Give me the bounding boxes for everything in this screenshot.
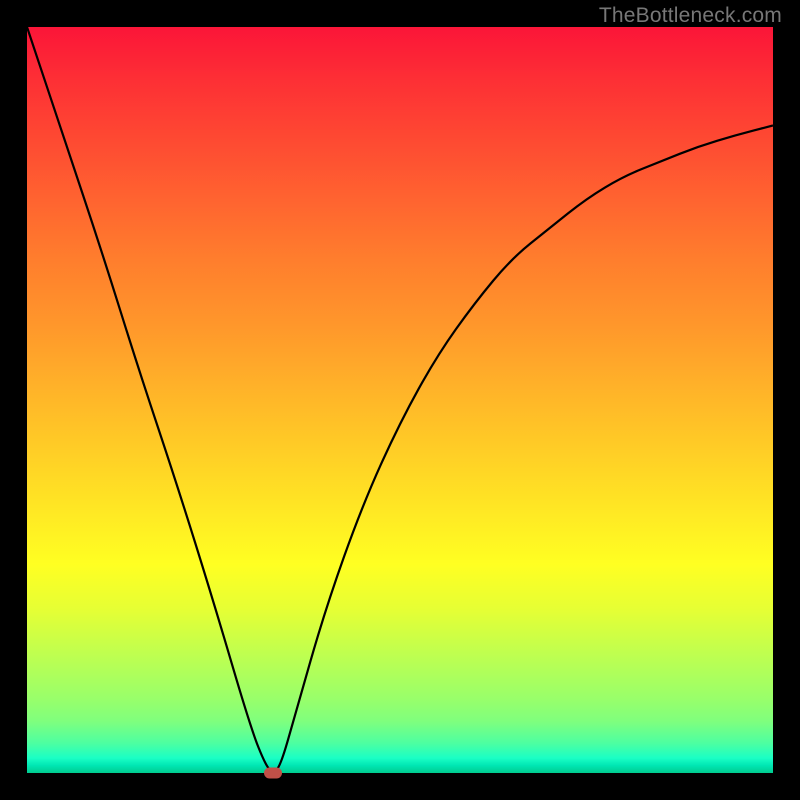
curve-svg: [27, 27, 773, 773]
bottleneck-curve: [27, 27, 773, 771]
optimal-marker: [264, 768, 282, 779]
chart-frame: TheBottleneck.com: [0, 0, 800, 800]
watermark-text: TheBottleneck.com: [599, 4, 782, 28]
plot-area: [27, 27, 773, 773]
